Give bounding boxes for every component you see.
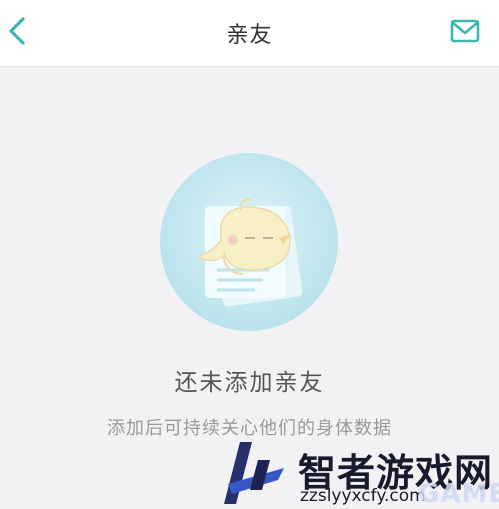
envelope-icon xyxy=(450,19,480,43)
empty-state-description: 添加后可持续关心他们的身体数据 xyxy=(107,418,392,439)
watermark-overlay: GAME xyxy=(418,479,499,509)
watermark-url: zzslyyxcfy.com xyxy=(300,486,426,506)
empty-state-illustration xyxy=(159,152,339,332)
messages-button[interactable] xyxy=(448,15,482,47)
empty-state-title: 还未添加亲友 xyxy=(174,370,325,396)
page-title: 亲友 xyxy=(226,23,273,48)
watermark-logo xyxy=(224,442,284,504)
top-nav-bar: 亲友 xyxy=(0,0,499,67)
site-watermark: 智者游戏网 zzslyyxcfy.com GAME xyxy=(218,438,499,509)
